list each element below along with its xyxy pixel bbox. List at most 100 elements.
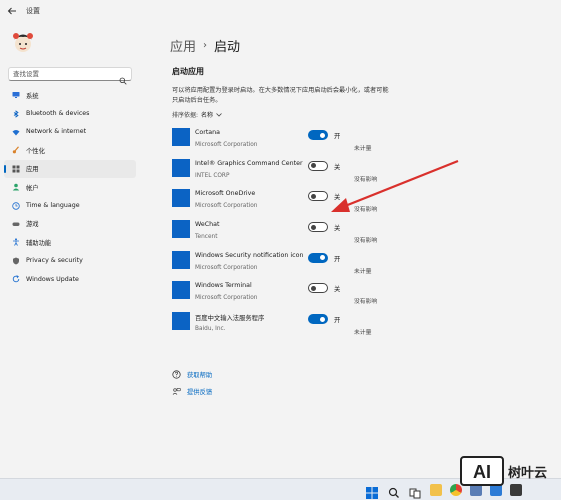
startup-app-row: Cortana Microsoft Corporation 开未计量 — [172, 127, 387, 158]
startup-toggle[interactable] — [308, 160, 328, 171]
shield-icon — [12, 257, 20, 265]
sidebar-item-label: 应用 — [26, 166, 39, 174]
feedback-link[interactable]: 提供反馈 — [172, 383, 212, 400]
chevron-right-icon: › — [203, 40, 208, 51]
toggle-knob — [320, 316, 325, 322]
update-icon — [12, 275, 20, 283]
help-icon — [172, 370, 181, 379]
toggle-state-label: 关 — [334, 194, 341, 202]
sidebar-item-1[interactable]: Bluetooth & devices — [4, 104, 136, 122]
toggle-state-label: 开 — [334, 317, 341, 325]
file-explorer-icon[interactable] — [430, 484, 442, 496]
feedback-icon — [172, 387, 181, 396]
startup-impact: 未计量 — [354, 146, 372, 152]
sort-dropdown[interactable]: 排序依据: 名称 — [172, 110, 222, 119]
toggle-knob — [311, 224, 316, 230]
app-publisher: Tencent — [195, 234, 218, 241]
toggle-knob — [311, 163, 316, 169]
app-name: Cortana — [195, 129, 221, 136]
sidebar-item-label: Privacy & security — [26, 257, 83, 265]
sidebar-item-0[interactable]: 系统 — [4, 86, 136, 104]
sidebar-item-9[interactable]: Privacy & security — [4, 252, 136, 270]
app-icon — [172, 189, 190, 208]
search-taskbar-icon[interactable] — [388, 484, 400, 498]
svg-text:AI: AI — [473, 462, 491, 482]
wifi-icon — [12, 128, 20, 136]
app-icon — [172, 312, 190, 331]
toggle-state-label: 关 — [334, 286, 341, 294]
app-publisher: Microsoft Corporation — [195, 295, 258, 302]
get-help-label: 获取帮助 — [187, 372, 213, 379]
title-bar: 设置 — [0, 0, 561, 22]
sidebar-item-label: 系统 — [26, 92, 39, 100]
startup-toggle[interactable] — [308, 314, 328, 325]
startup-toggle[interactable] — [308, 191, 328, 202]
startup-impact: 未计量 — [354, 268, 372, 275]
startup-impact: 没有影响 — [354, 299, 378, 306]
sidebar-item-label: 辅助功能 — [26, 239, 52, 247]
startup-app-list: Cortana Microsoft Corporation 开未计量 Intel® G… — [172, 127, 387, 342]
sidebar-item-3[interactable]: 个性化 — [4, 141, 136, 159]
avatar[interactable] — [10, 29, 36, 55]
sidebar-item-label: Network & internet — [26, 128, 87, 136]
back-arrow-icon[interactable] — [2, 1, 22, 21]
watermark-logo: AI — [460, 456, 504, 486]
sidebar-item-7[interactable]: 游戏 — [4, 215, 136, 233]
sidebar-item-5[interactable]: 帐户 — [4, 178, 136, 196]
sidebar-item-4[interactable]: 应用 — [4, 159, 136, 178]
app-name: Microsoft OneDrive — [195, 190, 256, 198]
startup-app-row: Microsoft OneDrive Microsoft Corporation 关… — [172, 188, 387, 219]
sidebar-item-label: Windows Update — [26, 275, 79, 283]
brush-icon — [12, 146, 20, 154]
toggle-knob — [320, 255, 325, 261]
bluetooth-icon — [12, 109, 20, 118]
startup-app-row: Windows Terminal Microsoft Corporation 关没有… — [172, 280, 387, 311]
start-icon[interactable] — [366, 484, 378, 499]
toggle-state-label: 开 — [334, 255, 341, 263]
startup-impact: 未计量 — [354, 330, 372, 337]
task-view-icon[interactable] — [409, 484, 421, 499]
app-name: Windows Security notification icon — [195, 251, 304, 259]
app-icon — [172, 250, 190, 269]
section-title: 启动应用 — [172, 67, 204, 76]
sidebar-item-8[interactable]: 辅助功能 — [4, 233, 136, 251]
app-publisher: Microsoft Corporation — [195, 264, 258, 271]
get-help-link[interactable]: 获取帮助 — [172, 366, 212, 383]
sidebar-item-label: 帐户 — [26, 184, 39, 192]
app-icon — [172, 220, 190, 239]
search-input[interactable] — [13, 70, 119, 78]
sidebar-item-6[interactable]: Time & language — [4, 196, 136, 214]
app-name: Intel® Graphics Command Center S... — [195, 159, 305, 167]
app-icon — [172, 281, 190, 300]
breadcrumb: 应用 › 启动 — [170, 36, 240, 55]
toggle-state-label: 关 — [334, 225, 341, 233]
startup-app-row: Windows Security notification icon Micros… — [172, 250, 387, 281]
globe-clock-icon — [12, 201, 20, 210]
sort-value: 名称 — [201, 112, 214, 119]
sidebar-item-10[interactable]: Windows Update — [4, 270, 136, 288]
sidebar-item-label: 游戏 — [26, 221, 39, 229]
app-publisher: Microsoft Corporation — [195, 142, 258, 148]
startup-app-row: WeChat Tencent 关没有影响 — [172, 219, 387, 250]
search-box[interactable] — [8, 67, 132, 85]
startup-impact: 没有影响 — [354, 176, 378, 183]
window-title: 设置 — [26, 7, 40, 15]
app-icon — [172, 158, 190, 177]
app-publisher: Microsoft Corporation — [195, 203, 258, 210]
startup-toggle[interactable] — [308, 283, 328, 294]
section-description: 可以将应用配置为登录时启动。在大多数情况下应用启动后会最小化，或者可能只启动后台… — [172, 87, 389, 104]
sidebar-item-2[interactable]: Network & internet — [4, 123, 136, 141]
startup-impact: 没有影响 — [354, 207, 378, 214]
help-links: 获取帮助 提供反馈 — [172, 366, 212, 400]
startup-toggle[interactable] — [308, 130, 328, 140]
app-icon — [172, 128, 190, 146]
startup-toggle[interactable] — [308, 252, 328, 263]
app-name: WeChat — [195, 221, 220, 229]
breadcrumb-parent[interactable]: 应用 — [170, 36, 196, 55]
chevron-down-icon — [216, 112, 222, 117]
startup-toggle[interactable] — [308, 222, 328, 233]
sort-label: 排序依据: — [172, 112, 199, 119]
toggle-knob — [320, 132, 325, 138]
toggle-state-label: 关 — [334, 163, 341, 171]
accessibility-icon — [12, 238, 20, 247]
